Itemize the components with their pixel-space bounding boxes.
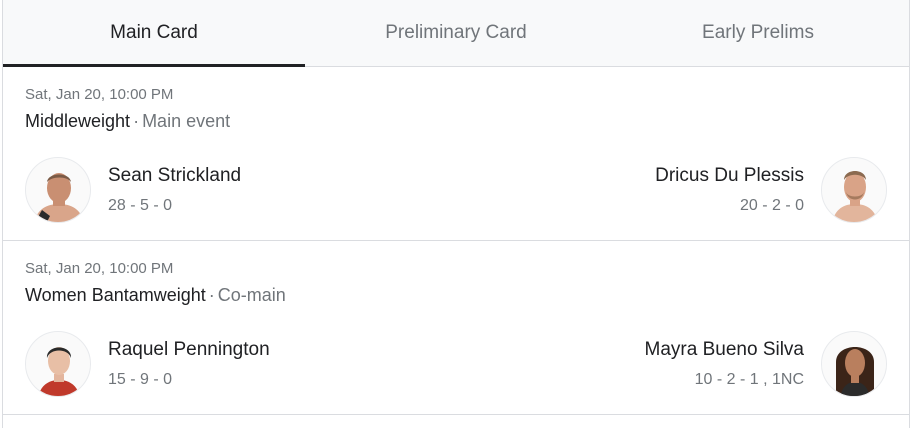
fighter-name: Dricus Du Plessis <box>655 165 804 186</box>
fighter-name: Sean Strickland <box>108 165 242 186</box>
fighter-photo-icon <box>26 332 90 396</box>
fighter-info: Raquel Pennington 15 - 9 - 0 <box>108 339 270 389</box>
fight-weight-class: Middleweight · Main event <box>25 110 887 132</box>
fighter-name: Raquel Pennington <box>108 339 270 360</box>
fighter-avatar <box>25 331 91 397</box>
tab-preliminary-card[interactable]: Preliminary Card <box>305 0 607 66</box>
fight-card-panel: Main Card Preliminary Card Early Prelims… <box>2 0 910 428</box>
separator-dot: · <box>208 285 215 305</box>
fighter-photo-icon <box>822 332 886 396</box>
fighter-photo-icon <box>822 158 886 222</box>
fight-date: Sat, Jan 20, 10:00 PM <box>25 86 174 103</box>
event-type-label: Co-main <box>217 285 286 305</box>
fighter-record: 28 - 5 - 0 <box>108 197 173 214</box>
fighter-info: Dricus Du Plessis 20 - 2 - 0 <box>655 165 804 215</box>
fighter-avatar <box>25 157 91 223</box>
fighter-avatar <box>821 157 887 223</box>
fighter-record: 15 - 9 - 0 <box>108 371 173 388</box>
weight-class-label: Women Bantamweight <box>25 285 206 305</box>
tab-early-prelims[interactable]: Early Prelims <box>607 0 909 66</box>
separator-dot: · <box>133 111 140 131</box>
fighter-right[interactable]: Mayra Bueno Silva 10 - 2 - 1 , 1NC <box>645 331 887 397</box>
fighter-right[interactable]: Dricus Du Plessis 20 - 2 - 0 <box>655 157 887 223</box>
card-tabs: Main Card Preliminary Card Early Prelims <box>3 0 909 67</box>
fight-weight-class: Women Bantamweight · Co-main <box>25 284 887 306</box>
fight-row[interactable]: Sat, Jan 20, 10:00 PM Middleweight · Main … <box>3 67 909 241</box>
fighter-record: 20 - 2 - 0 <box>739 197 804 214</box>
event-type-label: Main event <box>142 111 231 131</box>
fighter-avatar <box>821 331 887 397</box>
fighter-photo-icon <box>26 158 90 222</box>
fighter-info: Mayra Bueno Silva 10 - 2 - 1 , 1NC <box>645 339 804 389</box>
fight-row[interactable]: Sat, Jan 20, 10:00 PM Women Bantamweight… <box>3 241 909 415</box>
fighter-name: Mayra Bueno Silva <box>644 339 804 360</box>
fighter-info: Sean Strickland 28 - 5 - 0 <box>108 165 241 215</box>
fighter-left[interactable]: Raquel Pennington 15 - 9 - 0 <box>25 331 270 397</box>
weight-class-label: Middleweight <box>25 111 131 131</box>
fight-date: Sat, Jan 20, 10:00 PM <box>25 260 174 277</box>
fighter-record: 10 - 2 - 1 , 1NC <box>694 371 804 388</box>
tab-main-card[interactable]: Main Card <box>3 0 305 67</box>
fighter-left[interactable]: Sean Strickland 28 - 5 - 0 <box>25 157 241 223</box>
